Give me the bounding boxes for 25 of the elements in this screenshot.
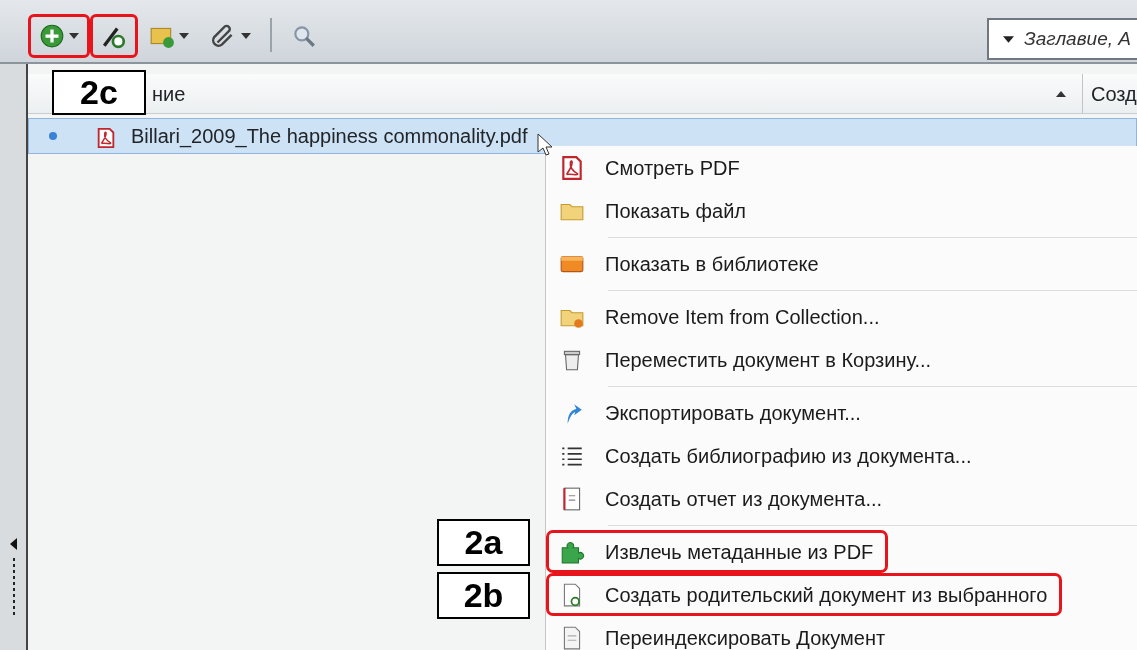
column-header[interactable]: Созд [1091,78,1137,109]
search-icon [291,23,317,49]
menu-item[interactable]: Remove Item from Collection... [546,295,895,338]
pdf-icon [95,126,117,149]
menu-item[interactable]: Извлечь метаданные из PDF [546,530,889,573]
menu-item[interactable]: Показать в библиотеке [546,242,834,285]
sort-icon [1056,90,1066,97]
toolbar-button[interactable] [90,14,138,58]
pdf-icon [559,154,585,181]
menu-item[interactable]: Переиндексировать Документ [546,616,901,650]
menu-item[interactable]: Создать отчет из документа... [546,477,898,520]
search-field[interactable]: Заглавие, А [987,18,1137,60]
caret-icon [1003,35,1014,43]
callout-label: 2b [437,572,530,619]
callout-label: 2c [52,70,146,115]
menu-item[interactable]: Экспортировать документ... [546,391,876,434]
callout-label: 2a [437,519,530,566]
plus-icon [39,23,65,49]
menu-item[interactable]: Создать родительский документ из выбранного [546,573,1063,616]
column-header[interactable]: ние [152,78,186,109]
menu-item[interactable]: Показать файл [546,189,761,232]
menu-item[interactable]: Переместить документ в Корзину... [546,338,947,381]
search-text: Заглавие, А [1024,26,1131,51]
menu-item[interactable]: Создать библиографию из документа... [546,434,987,477]
item-title: Billari_2009_The happiness commonality.pdf [131,124,528,150]
